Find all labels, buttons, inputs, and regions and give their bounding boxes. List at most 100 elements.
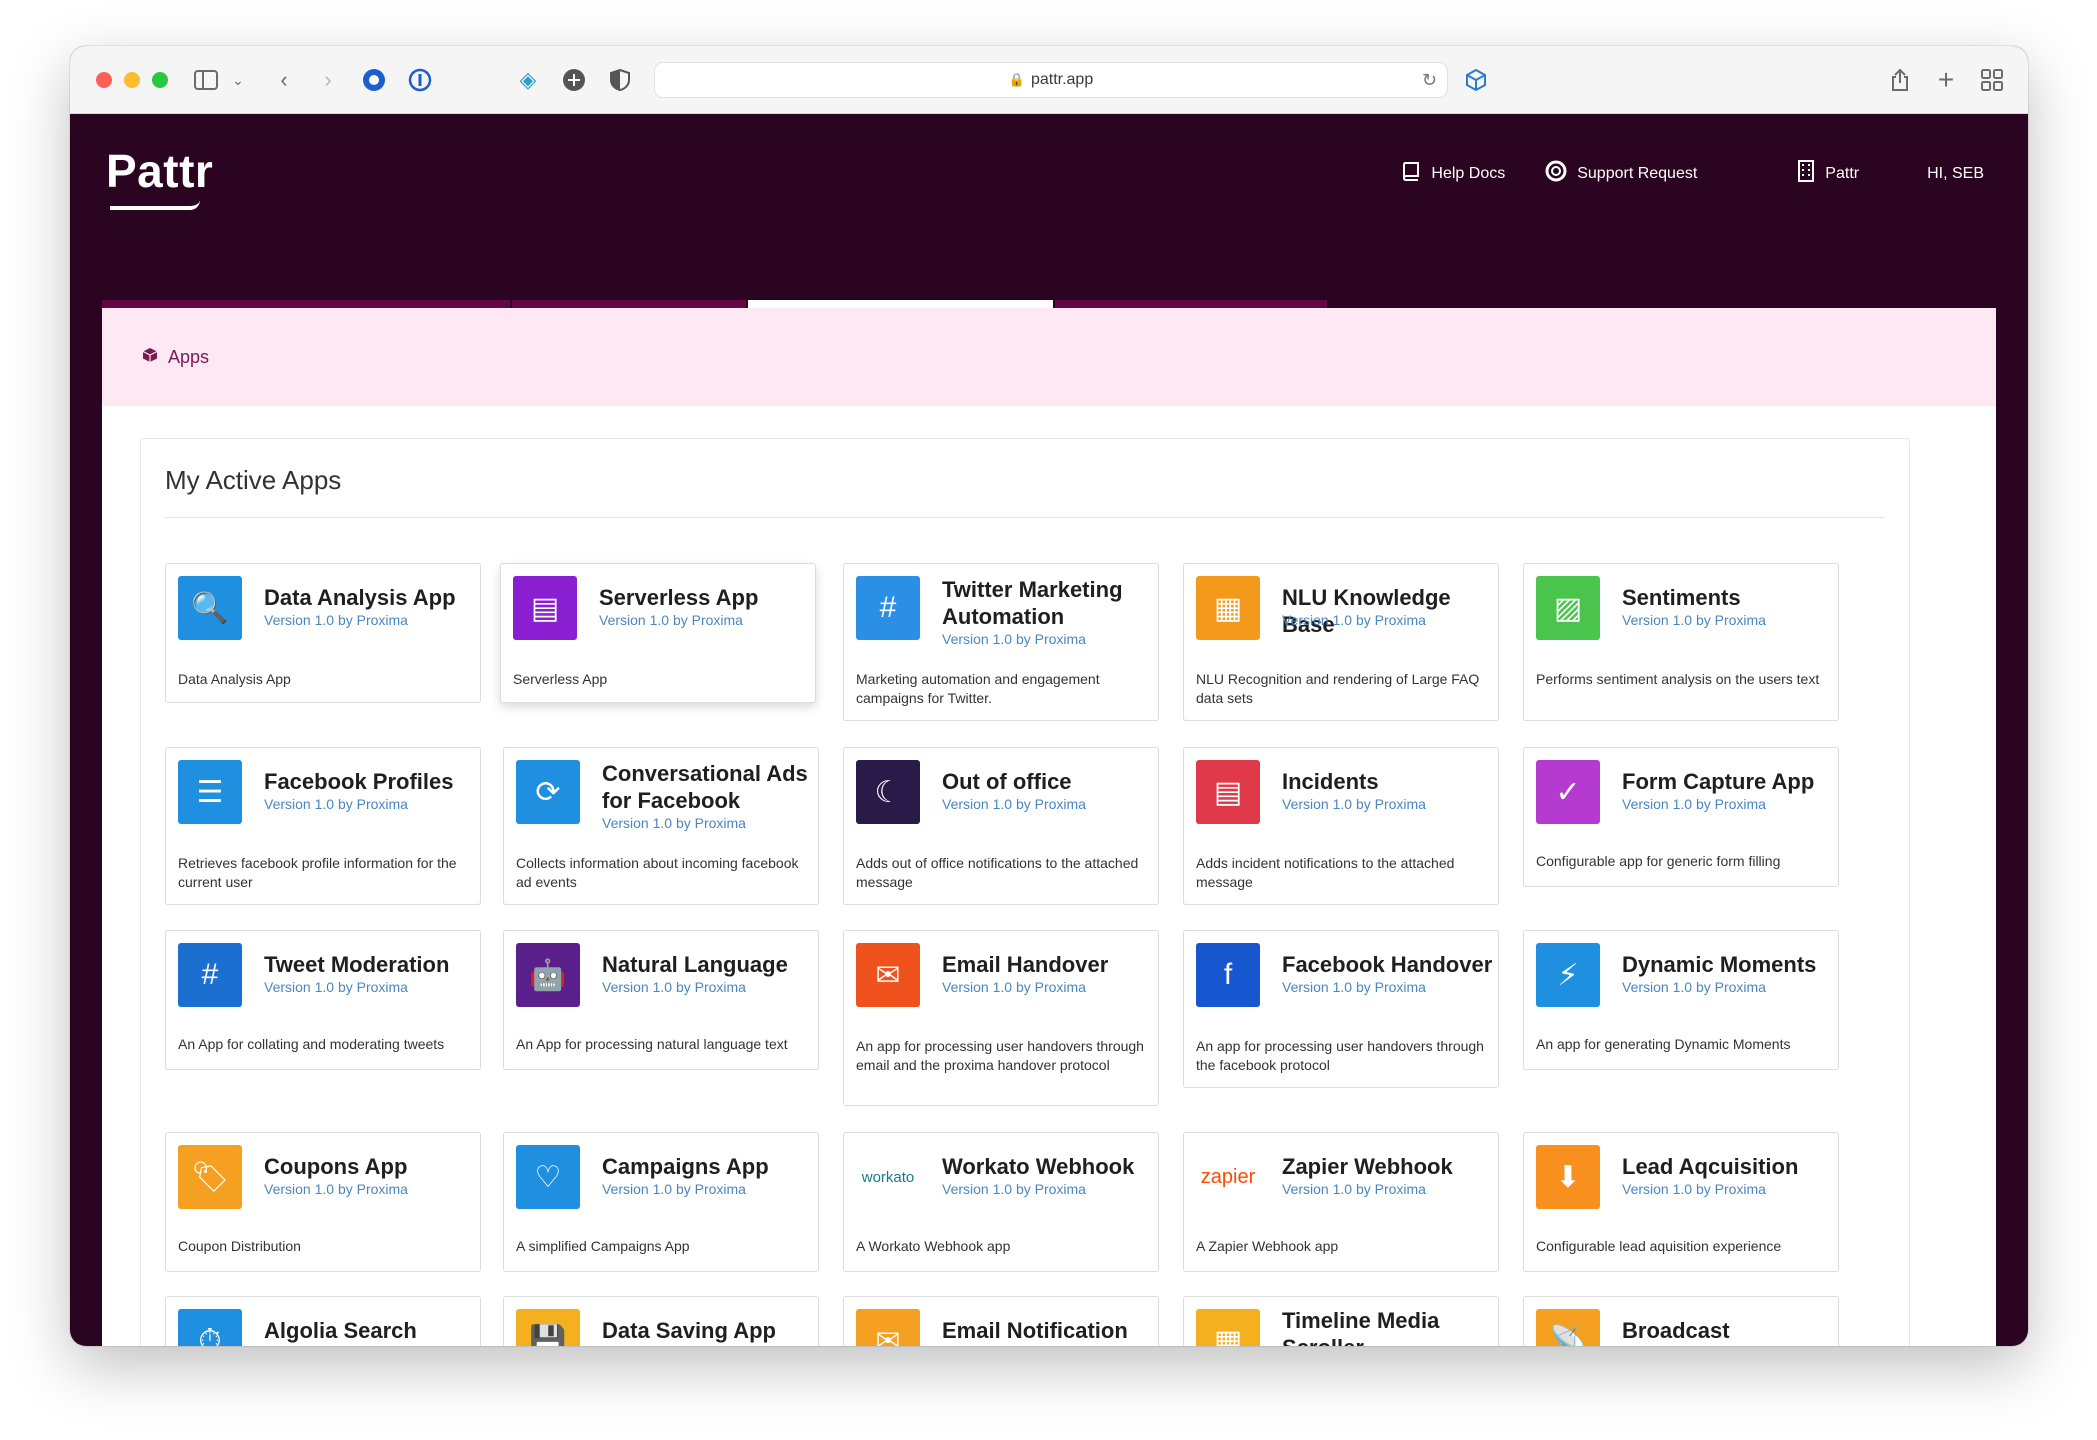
org-label: Pattr xyxy=(1825,165,1860,182)
back-arrow-icon[interactable]: ‹ xyxy=(268,64,300,96)
app-description: Coupon Distribution xyxy=(178,1238,301,1254)
app-card-conversational-ads-for-facebook[interactable]: ⟳ Conversational Ads for Facebook Version … xyxy=(503,747,819,905)
app-name: Dynamic Moments xyxy=(1622,952,1817,977)
app-card-nlu-knowledge-base[interactable]: ▦ NLU Knowledge Base Version 1.0 by Proxim… xyxy=(1183,563,1499,721)
app-card-zapier-webhook[interactable]: zapier Zapier Webhook Version 1.0 by Proxi… xyxy=(1183,1132,1499,1272)
tab-overview-icon[interactable] xyxy=(1976,64,2008,96)
app-glyph-icon: ⬇ xyxy=(1536,1145,1600,1209)
app-card-sentiments[interactable]: ▨ Sentiments Version 1.0 by Proxima Perform… xyxy=(1523,563,1839,721)
cube-icon xyxy=(142,347,158,368)
app-card-incidents[interactable]: ▤ Incidents Version 1.0 by Proxima Adds inc… xyxy=(1183,747,1499,905)
app-description: Configurable lead aquisition experience xyxy=(1536,1238,1782,1254)
app-description: Performs sentiment analysis on the users… xyxy=(1536,671,1820,687)
extension-diamond-icon[interactable]: ◈ xyxy=(512,64,544,96)
app-glyph-icon: ☾ xyxy=(856,760,920,824)
app-name: Email Handover xyxy=(942,952,1109,977)
shield-icon[interactable] xyxy=(604,64,636,96)
address-bar[interactable]: 🔒 pattr.app ↻ xyxy=(654,62,1448,98)
app-name: Sentiments xyxy=(1622,585,1741,610)
app-card-out-of-office[interactable]: ☾ Out of office Version 1.0 by Proxima Adds… xyxy=(843,747,1159,905)
app-description: An app for generating Dynamic Moments xyxy=(1536,1036,1791,1052)
forward-arrow-icon[interactable]: › xyxy=(312,64,344,96)
reload-icon[interactable]: ↻ xyxy=(1422,70,1437,91)
app-name: Broadcast xyxy=(1622,1318,1730,1343)
app-card-data-saving-app[interactable]: 💾 Data Saving App xyxy=(503,1296,819,1346)
app-name: Data Analysis App xyxy=(264,585,456,610)
window-controls xyxy=(96,71,168,88)
app-card-dynamic-moments[interactable]: ⚡ Dynamic Moments Version 1.0 by Proxima An… xyxy=(1523,930,1839,1070)
app-card-coupons-app[interactable]: 🏷 Coupons App Version 1.0 by Proxima Coupon… xyxy=(165,1132,481,1272)
app-name: Out of office xyxy=(942,769,1072,794)
app-glyph-icon: 🏷 xyxy=(178,1145,242,1209)
app-description: A simplified Campaigns App xyxy=(516,1238,690,1254)
app-version: Version 1.0 by Proxima xyxy=(942,1181,1086,1197)
app-glyph-icon: ▨ xyxy=(1536,576,1600,640)
app-glyph-icon: ▦ xyxy=(1196,1309,1260,1346)
app-card-workato-webhook[interactable]: workato Workato Webhook Version 1.0 by Pro… xyxy=(843,1132,1159,1272)
user-greeting-label: HI, SEB xyxy=(1927,165,1984,182)
app-description: Marketing automation and engagement camp… xyxy=(856,671,1100,706)
app-card-email-handover[interactable]: ✉ Email Handover Version 1.0 by Proxima An … xyxy=(843,930,1159,1106)
breadcrumb-apps[interactable]: Apps xyxy=(168,347,209,368)
app-glyph-icon: 📡 xyxy=(1536,1309,1600,1346)
chevron-down-icon[interactable]: ⌄ xyxy=(222,64,254,96)
lock-icon: 🔒 xyxy=(1008,72,1025,87)
app-card-algolia-search[interactable]: ⏱ Algolia Search xyxy=(165,1296,481,1346)
app-version: Version 1.0 by Proxima xyxy=(1282,979,1426,995)
extension-blue-circle-icon[interactable] xyxy=(358,64,390,96)
app-name: Workato Webhook xyxy=(942,1154,1135,1179)
add-extension-icon[interactable] xyxy=(558,64,590,96)
app-name: Conversational Ads for Facebook xyxy=(602,761,808,813)
header-links: Help Docs Support Request Pattr HI, SEB xyxy=(1361,160,1984,188)
app-card-email-notification[interactable]: ✉ Email Notification xyxy=(843,1296,1159,1346)
app-card-lead-aqcuisition[interactable]: ⬇ Lead Aqcuisition Version 1.0 by Proxima C… xyxy=(1523,1132,1839,1272)
user-greeting[interactable]: HI, SEB xyxy=(1927,165,1984,183)
password-manager-icon[interactable] xyxy=(404,64,436,96)
app-description: A Workato Webhook app xyxy=(856,1238,1011,1254)
app-version: Version 1.0 by Proxima xyxy=(602,1181,746,1197)
app-card-campaigns-app[interactable]: ♡ Campaigns App Version 1.0 by Proxima A si… xyxy=(503,1132,819,1272)
app-name: Campaigns App xyxy=(602,1154,769,1179)
maximize-window-button[interactable] xyxy=(152,71,168,88)
org-link[interactable]: Pattr xyxy=(1797,160,1859,188)
new-tab-icon[interactable]: + xyxy=(1930,64,1962,96)
app-name: NLU Knowledge Base xyxy=(1282,585,1451,637)
app-card-timeline-media-scroller[interactable]: ▦ Timeline Media Scroller xyxy=(1183,1296,1499,1346)
active-apps-panel: My Active Apps 🔍 Data Analysis App Version… xyxy=(140,438,1910,1346)
app-version: Version 1.0 by Proxima xyxy=(264,1181,408,1197)
app-description: A Zapier Webhook app xyxy=(1196,1238,1339,1254)
app-description: Collects information about incoming face… xyxy=(516,855,799,890)
app-version: Version 1.0 by Proxima xyxy=(1282,1181,1426,1197)
help-docs-link[interactable]: Help Docs xyxy=(1401,161,1505,187)
minimize-window-button[interactable] xyxy=(124,71,140,88)
app-card-form-capture-app[interactable]: ✓ Form Capture App Version 1.0 by Proxima C… xyxy=(1523,747,1839,887)
app-version: Version 1.0 by Proxima xyxy=(1622,796,1766,812)
app-name: Zapier Webhook xyxy=(1282,1154,1453,1179)
app-glyph-icon: ▤ xyxy=(513,576,577,640)
app-card-facebook-profiles[interactable]: ☰ Facebook Profiles Version 1.0 by Proxima… xyxy=(165,747,481,905)
app-glyph-icon: f xyxy=(1196,943,1260,1007)
app-description: Retrieves facebook profile information f… xyxy=(178,855,457,890)
app-card-natural-language[interactable]: 🤖 Natural Language Version 1.0 by Proxima A… xyxy=(503,930,819,1070)
app-card-tweet-moderation[interactable]: # Tweet Moderation Version 1.0 by Proxima A… xyxy=(165,930,481,1070)
app-card-twitter-marketing-automation[interactable]: # Twitter Marketing Automation Version 1.0… xyxy=(843,563,1159,721)
app-card-facebook-handover[interactable]: f Facebook Handover Version 1.0 by Proxima… xyxy=(1183,930,1499,1088)
share-icon[interactable] xyxy=(1884,64,1916,96)
book-icon xyxy=(1401,161,1421,187)
app-description: NLU Recognition and rendering of Large F… xyxy=(1196,671,1480,706)
app-version: Version 1.0 by Proxima xyxy=(942,796,1086,812)
app-name: Data Saving App xyxy=(602,1318,776,1343)
app-description: Adds out of office notifications to the … xyxy=(856,855,1139,890)
browser-window: ⌄ ‹ › ◈ 🔒 pattr.app ↻ + Pattr Help Docs … xyxy=(70,46,2028,1346)
app-card-broadcast[interactable]: 📡 Broadcast xyxy=(1523,1296,1839,1346)
app-card-serverless-app[interactable]: ▤ Serverless App Version 1.0 by Proxima Ser… xyxy=(500,563,816,703)
app-name: Lead Aqcuisition xyxy=(1622,1154,1799,1179)
app-glyph-icon: 🤖 xyxy=(516,943,580,1007)
sidebar-toggle-icon[interactable] xyxy=(190,64,222,96)
app-card-data-analysis-app[interactable]: 🔍 Data Analysis App Version 1.0 by Proxima… xyxy=(165,563,481,703)
support-request-link[interactable]: Support Request xyxy=(1545,160,1697,188)
app-version: Version 1.0 by Proxima xyxy=(264,612,408,628)
cube-extension-icon[interactable] xyxy=(1460,64,1492,96)
close-window-button[interactable] xyxy=(96,71,112,88)
pattr-logo[interactable]: Pattr xyxy=(106,144,213,198)
